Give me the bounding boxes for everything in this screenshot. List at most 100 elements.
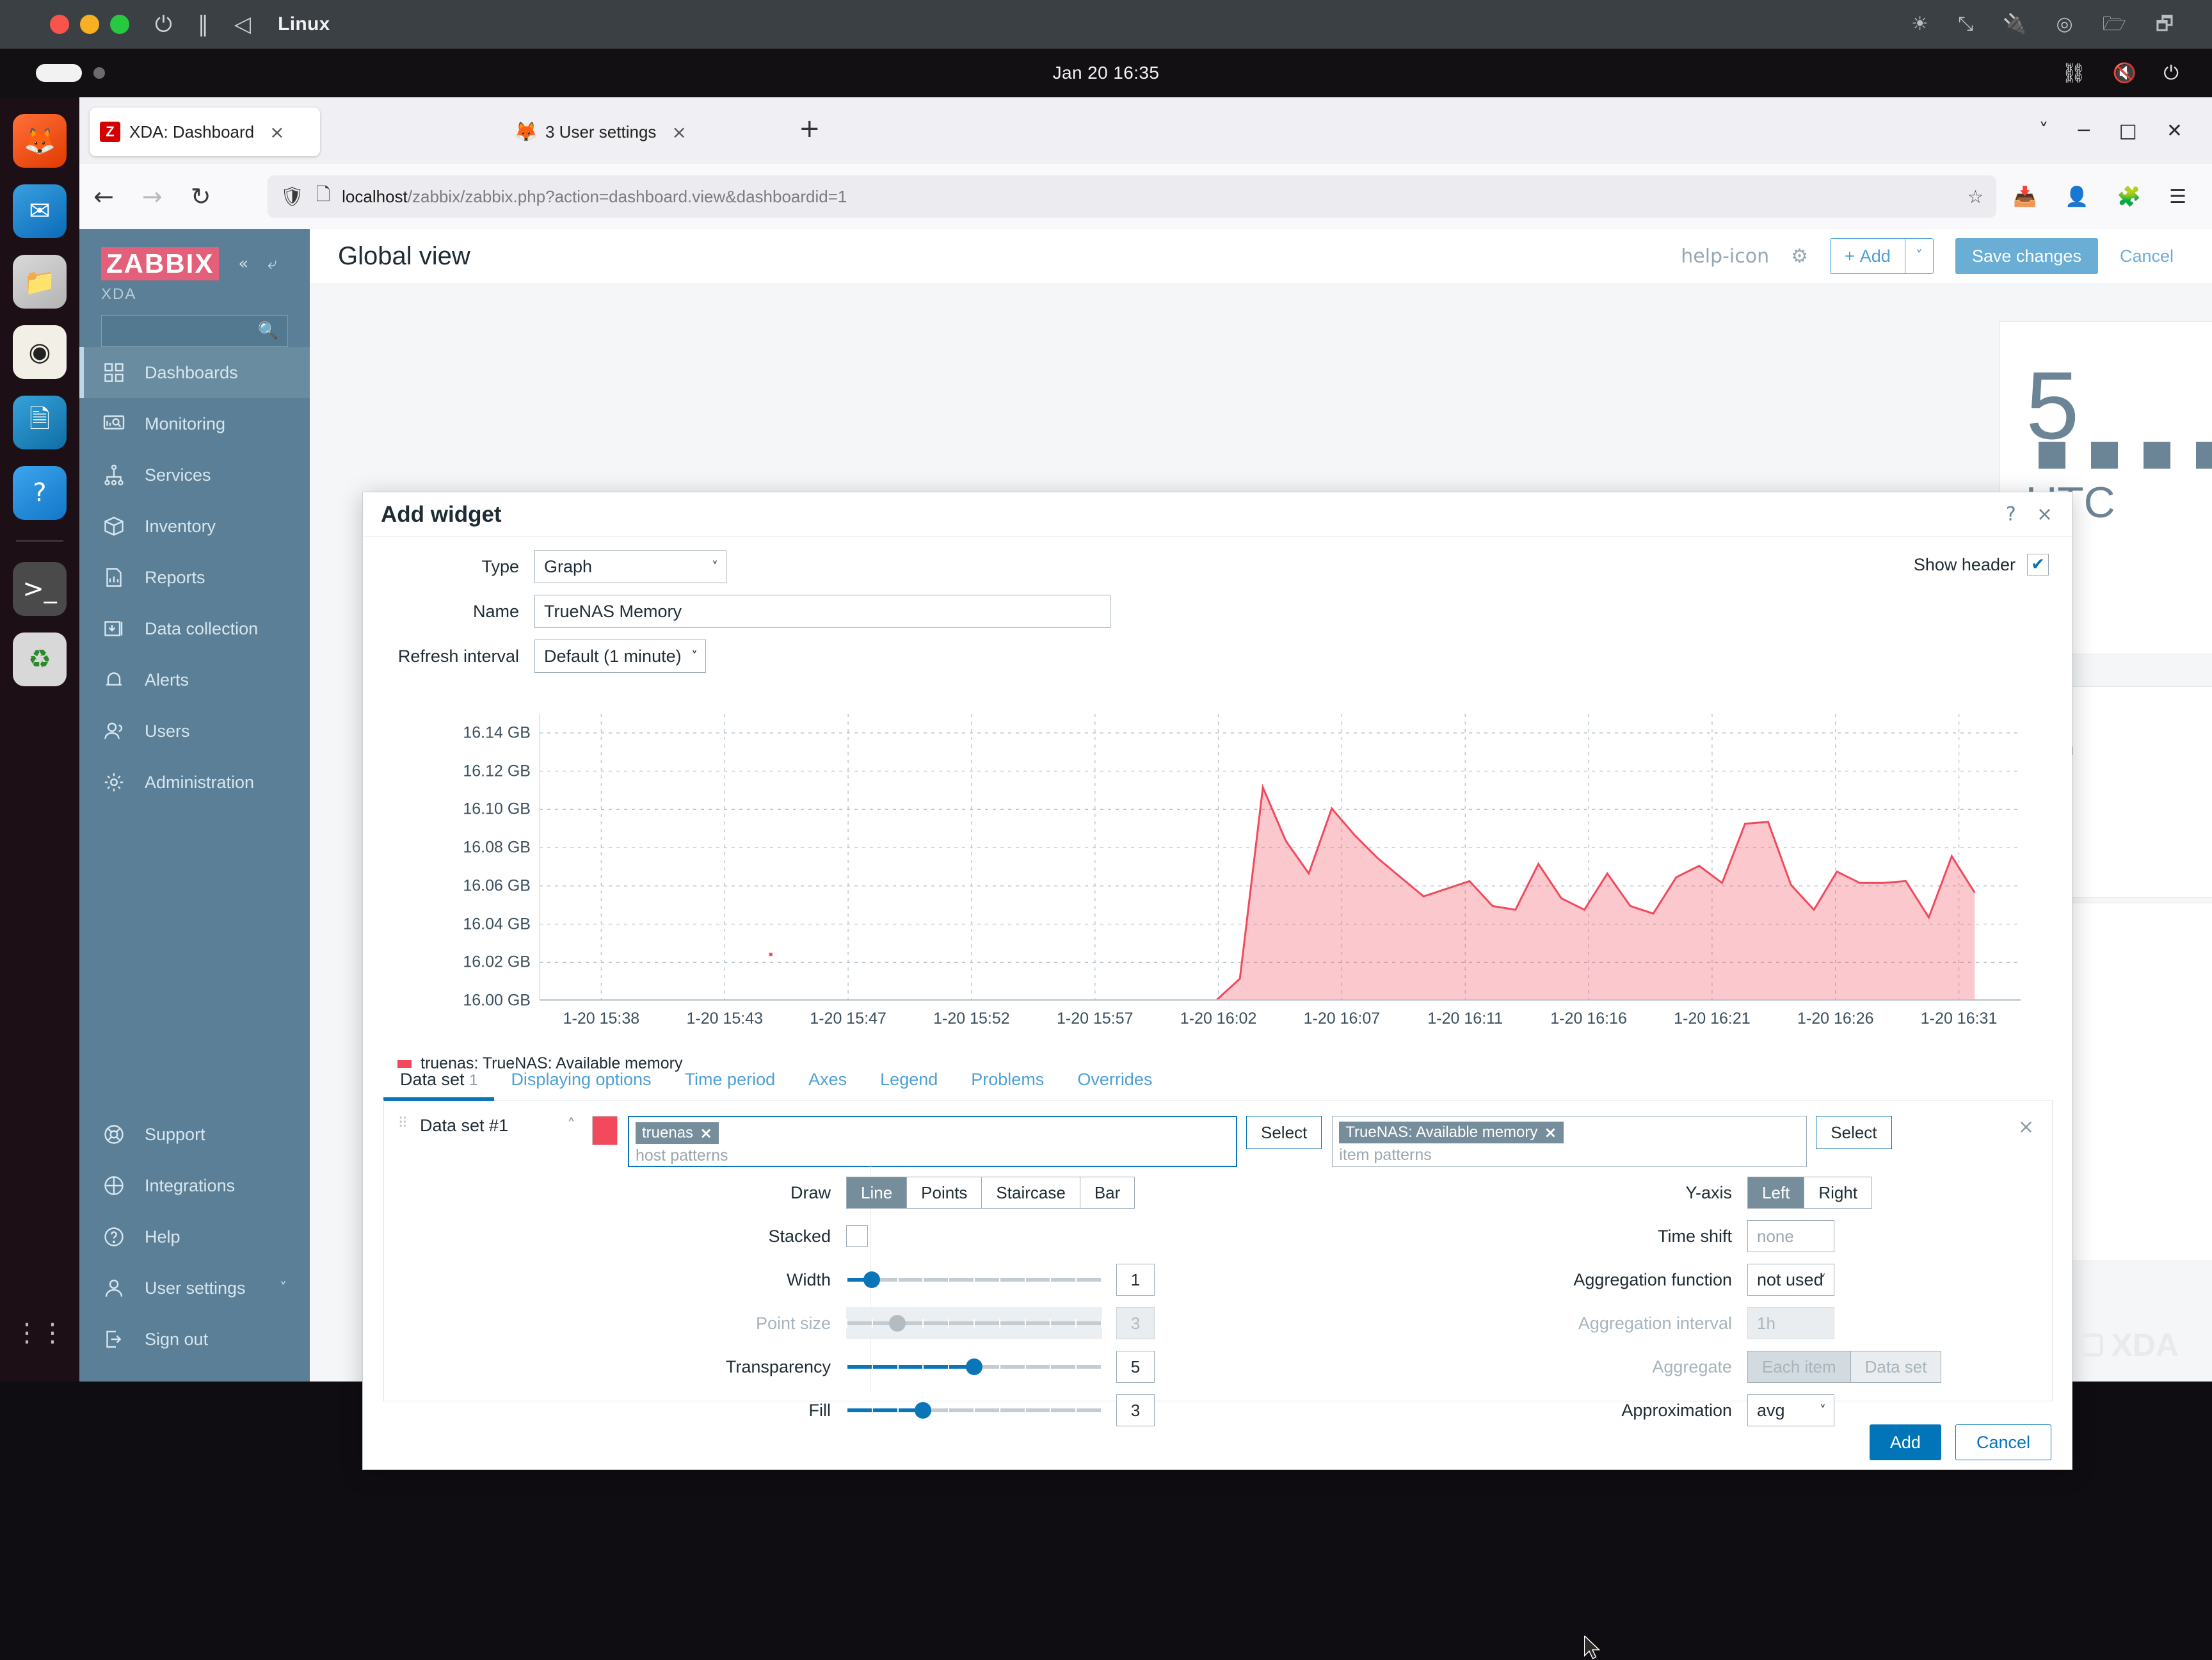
show-header-checkbox[interactable]: ✔ bbox=[2027, 554, 2049, 576]
sidebar-item-data-collection[interactable]: Data collection bbox=[79, 603, 310, 654]
tab-data-set[interactable]: Data set 1 bbox=[383, 1070, 495, 1101]
tab-problems[interactable]: Problems bbox=[954, 1070, 1061, 1100]
collapse-sidebar-icon[interactable]: « bbox=[238, 254, 248, 273]
trash-icon[interactable]: ♻ bbox=[13, 633, 67, 686]
sidebar-item-users[interactable]: Users bbox=[79, 705, 310, 757]
y-axis-option-right[interactable]: Right bbox=[1804, 1177, 1872, 1208]
cancel-link[interactable]: Cancel bbox=[2120, 246, 2174, 266]
select-item-button[interactable]: Select bbox=[1816, 1116, 1892, 1149]
remove-data-set-icon[interactable]: × bbox=[2018, 1116, 2034, 1138]
usb-icon[interactable]: 🔌 bbox=[2003, 15, 2026, 34]
help-icon[interactable]: ? bbox=[13, 466, 67, 520]
item-pattern-chip[interactable]: TrueNAS: Available memory × bbox=[1339, 1122, 1564, 1143]
list-all-tabs-icon[interactable]: ˅ bbox=[2039, 120, 2048, 142]
data-set-color-swatch[interactable] bbox=[592, 1116, 618, 1145]
power-icon[interactable]: ⏻ bbox=[155, 13, 172, 35]
cancel-button[interactable]: Cancel bbox=[1955, 1424, 2051, 1460]
close-window-dot[interactable] bbox=[50, 15, 69, 34]
sidebar-item-integrations[interactable]: Integrations bbox=[79, 1160, 310, 1211]
drag-handle-icon[interactable]: ⁝⁝ bbox=[398, 1114, 412, 1131]
add-button[interactable]: Add bbox=[1869, 1424, 1941, 1460]
display-icon[interactable]: ☀ bbox=[1911, 15, 1928, 34]
sidebar-item-sign-out[interactable]: Sign out bbox=[79, 1314, 310, 1365]
shared-folder-icon[interactable]: 🗁 bbox=[2103, 15, 2126, 34]
close-icon[interactable]: × bbox=[671, 122, 686, 143]
sidebar-item-monitoring[interactable]: Monitoring bbox=[79, 398, 310, 449]
gear-icon[interactable]: ⚙ bbox=[1791, 245, 1808, 268]
transparency-value[interactable]: 5 bbox=[1116, 1351, 1155, 1383]
add-widget-button[interactable]: + Add ˅ bbox=[1830, 238, 1934, 274]
sidebar-item-alerts[interactable]: Alerts bbox=[79, 654, 310, 705]
forward-icon[interactable]: → bbox=[128, 182, 177, 211]
item-patterns-input[interactable]: TrueNAS: Available memory × item patterns bbox=[1332, 1116, 1807, 1167]
files-icon[interactable]: 📁 bbox=[13, 255, 67, 309]
minimize-icon[interactable]: ─ bbox=[2078, 120, 2089, 142]
chevron-down-icon[interactable]: ˅ bbox=[1904, 239, 1933, 273]
y-axis-option-left[interactable]: Left bbox=[1748, 1177, 1805, 1208]
disc-icon[interactable]: ◎ bbox=[2056, 15, 2072, 34]
pause-icon[interactable]: ‖ bbox=[198, 13, 209, 35]
sidebar-item-inventory[interactable]: Inventory bbox=[79, 501, 310, 552]
browser-tab-1[interactable]: 🦊 3 User settings × bbox=[506, 108, 762, 156]
sidebar-item-support[interactable]: Support bbox=[79, 1109, 310, 1160]
window-traffic-lights[interactable] bbox=[50, 15, 129, 34]
refresh-interval-select[interactable]: Default (1 minute) ˅ bbox=[534, 640, 706, 673]
chevron-down-icon[interactable]: ˅ bbox=[280, 1280, 287, 1296]
sidebar-item-administration[interactable]: Administration bbox=[79, 757, 310, 808]
resize-icon[interactable]: ⤡ bbox=[1958, 15, 1973, 34]
save-to-pocket-icon[interactable]: 📥 bbox=[2013, 186, 2037, 208]
show-header-control[interactable]: Show header ✔ bbox=[1914, 554, 2049, 576]
sidebar-item-user-settings[interactable]: User settings ˅ bbox=[79, 1262, 310, 1314]
libreoffice-icon[interactable]: 🗎 bbox=[13, 396, 67, 449]
zabbix-logo[interactable]: ZABBIX bbox=[101, 247, 220, 280]
terminal-icon[interactable]: >_ bbox=[13, 562, 67, 616]
save-changes-button[interactable]: Save changes bbox=[1955, 238, 2098, 274]
name-input[interactable]: TrueNAS Memory bbox=[534, 595, 1110, 628]
tab-displaying-options[interactable]: Displaying options bbox=[494, 1070, 668, 1100]
search-input[interactable]: 🔍 bbox=[101, 315, 288, 347]
tab-time-period[interactable]: Time period bbox=[668, 1070, 792, 1100]
browser-tab-0[interactable]: Z XDA: Dashboard × bbox=[90, 108, 320, 156]
host-patterns-input[interactable]: truenas × host patterns bbox=[628, 1116, 1237, 1167]
select-host-button[interactable]: Select bbox=[1246, 1116, 1322, 1149]
tab-axes[interactable]: Axes bbox=[792, 1070, 863, 1100]
help-icon[interactable]: ? bbox=[2006, 503, 2016, 526]
minimize-window-dot[interactable] bbox=[80, 15, 99, 34]
help-icon[interactable]: help-icon bbox=[1681, 245, 1769, 268]
tab-overrides[interactable]: Overrides bbox=[1061, 1070, 1169, 1100]
graph-canvas[interactable]: 16.14 GB 16.12 GB 16.10 GB 16.08 GB 16.06 GB… bbox=[383, 709, 2053, 1072]
sidebar-item-services[interactable]: Services bbox=[79, 449, 310, 501]
hide-sidebar-icon[interactable]: ⤶ bbox=[268, 254, 277, 274]
chevron-up-icon[interactable]: ˄ bbox=[567, 1116, 575, 1135]
transparency-slider[interactable] bbox=[846, 1351, 1102, 1383]
rhythmbox-icon[interactable]: ◉ bbox=[13, 325, 67, 379]
stacked-checkbox[interactable] bbox=[846, 1225, 868, 1247]
sidebar-item-dashboards[interactable]: Dashboards bbox=[79, 347, 310, 398]
star-icon[interactable]: ☆ bbox=[1968, 186, 1984, 207]
new-tab-button[interactable]: + bbox=[799, 114, 821, 143]
windows-icon[interactable]: 🗗 bbox=[2156, 15, 2174, 34]
show-apps-icon[interactable]: ⋮⋮ bbox=[13, 1306, 67, 1360]
extensions-icon[interactable]: 🧩 bbox=[2117, 186, 2141, 208]
menu-icon[interactable]: ☰ bbox=[2169, 186, 2186, 208]
tab-legend[interactable]: Legend bbox=[863, 1070, 954, 1100]
reload-icon[interactable]: ↻ bbox=[177, 182, 225, 211]
host-pattern-chip[interactable]: truenas × bbox=[636, 1122, 719, 1144]
close-icon[interactable]: × bbox=[2037, 503, 2053, 526]
sidebar-item-help[interactable]: Help bbox=[79, 1211, 310, 1262]
y-axis-toggle-group[interactable]: Left Right bbox=[1747, 1177, 1873, 1209]
draw-option-bar[interactable]: Bar bbox=[1080, 1177, 1135, 1208]
draw-option-line[interactable]: Line bbox=[847, 1177, 908, 1208]
maximize-icon[interactable]: □ bbox=[2119, 120, 2137, 142]
width-slider[interactable] bbox=[846, 1264, 1102, 1296]
back-icon[interactable]: ◁ bbox=[234, 13, 251, 35]
shield-icon[interactable]: 🛡 bbox=[280, 186, 305, 208]
firefox-icon[interactable]: 🦊 bbox=[13, 114, 67, 168]
time-shift-input[interactable]: none bbox=[1747, 1220, 1834, 1252]
back-icon[interactable]: ← bbox=[79, 182, 128, 211]
draw-option-staircase[interactable]: Staircase bbox=[982, 1177, 1080, 1208]
draw-option-points[interactable]: Points bbox=[907, 1177, 982, 1208]
sidebar-item-reports[interactable]: Reports bbox=[79, 552, 310, 603]
url-bar[interactable]: 🛡 🗋 localhost/zabbix/zabbix.php?action=d… bbox=[267, 175, 1997, 218]
thunderbird-icon[interactable]: ✉ bbox=[13, 184, 67, 238]
